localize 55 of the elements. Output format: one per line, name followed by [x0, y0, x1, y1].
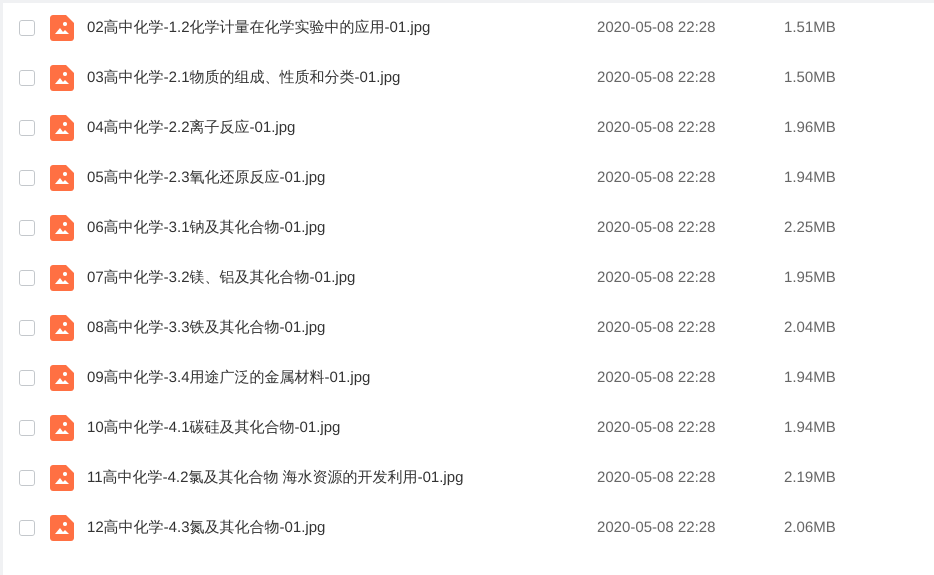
- image-file-icon: [50, 515, 74, 541]
- modified-date: 2020-05-08 22:28: [597, 468, 716, 488]
- file-name[interactable]: 11高中化学-4.2氯及其化合物 海水资源的开发利用-01.jpg: [87, 466, 597, 490]
- modified-date: 2020-05-08 22:28: [597, 118, 716, 138]
- modified-date: 2020-05-08 22:28: [597, 268, 716, 288]
- modified-date: 2020-05-08 22:28: [597, 168, 716, 188]
- checkbox[interactable]: [19, 420, 35, 436]
- file-size: 1.94MB: [784, 418, 836, 438]
- checkbox[interactable]: [19, 520, 35, 536]
- file-name[interactable]: 09高中化学-3.4用途广泛的金属材料-01.jpg: [87, 366, 597, 390]
- modified-date: 2020-05-08 22:28: [597, 18, 716, 38]
- modified-date: 2020-05-08 22:28: [597, 318, 716, 338]
- file-size: 1.50MB: [784, 68, 836, 88]
- image-file-icon: [50, 315, 74, 341]
- modified-date: 2020-05-08 22:28: [597, 218, 716, 238]
- file-name[interactable]: 07高中化学-3.2镁、铝及其化合物-01.jpg: [87, 266, 597, 290]
- file-name[interactable]: 05高中化学-2.3氧化还原反应-01.jpg: [87, 166, 597, 190]
- file-name[interactable]: 02高中化学-1.2化学计量在化学实验中的应用-01.jpg: [87, 16, 597, 40]
- image-file-icon: [50, 215, 74, 241]
- file-name[interactable]: 10高中化学-4.1碳硅及其化合物-01.jpg: [87, 416, 597, 440]
- image-file-icon: [50, 65, 74, 91]
- image-file-icon: [50, 465, 74, 491]
- image-file-icon: [50, 115, 74, 141]
- image-file-icon: [50, 15, 74, 41]
- image-file-icon: [50, 365, 74, 391]
- file-size: 2.19MB: [784, 468, 836, 488]
- modified-date: 2020-05-08 22:28: [597, 68, 716, 88]
- checkbox[interactable]: [19, 220, 35, 236]
- checkbox[interactable]: [19, 70, 35, 86]
- checkbox[interactable]: [19, 370, 35, 386]
- image-file-icon: [50, 265, 74, 291]
- file-size: 1.94MB: [784, 168, 836, 188]
- modified-date: 2020-05-08 22:28: [597, 418, 716, 438]
- file-size: 1.96MB: [784, 118, 836, 138]
- file-name[interactable]: 04高中化学-2.2离子反应-01.jpg: [87, 116, 597, 140]
- image-file-icon: [50, 415, 74, 441]
- checkbox[interactable]: [19, 170, 35, 186]
- file-size: 1.94MB: [784, 368, 836, 388]
- file-size: 1.95MB: [784, 268, 836, 288]
- modified-date: 2020-05-08 22:28: [597, 518, 716, 538]
- checkbox[interactable]: [19, 120, 35, 136]
- checkbox[interactable]: [19, 470, 35, 486]
- checkbox[interactable]: [19, 20, 35, 36]
- file-size: 2.25MB: [784, 218, 836, 238]
- checkbox[interactable]: [19, 270, 35, 286]
- file-size: 1.51MB: [784, 18, 836, 38]
- image-file-icon: [50, 165, 74, 191]
- file-name[interactable]: 03高中化学-2.1物质的组成、性质和分类-01.jpg: [87, 66, 597, 90]
- file-name[interactable]: 12高中化学-4.3氮及其化合物-01.jpg: [87, 516, 597, 540]
- file-size: 2.04MB: [784, 318, 836, 338]
- file-size: 2.06MB: [784, 518, 836, 538]
- file-name[interactable]: 06高中化学-3.1钠及其化合物-01.jpg: [87, 216, 597, 240]
- modified-date: 2020-05-08 22:28: [597, 368, 716, 388]
- file-name[interactable]: 08高中化学-3.3铁及其化合物-01.jpg: [87, 316, 597, 340]
- checkbox[interactable]: [19, 320, 35, 336]
